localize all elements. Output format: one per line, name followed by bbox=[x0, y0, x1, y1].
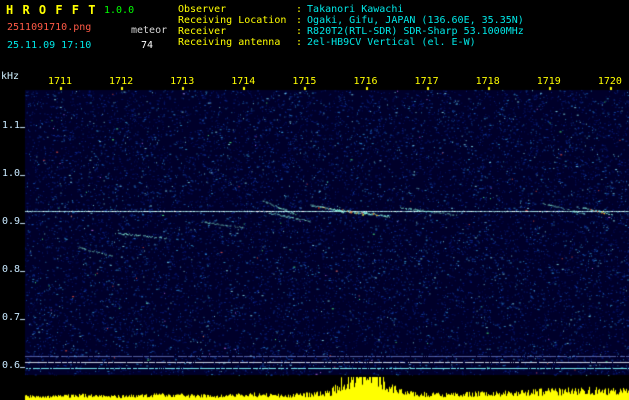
x-tick-label: 1718 bbox=[475, 76, 500, 87]
header: H R O F F T 1.0.0 2511091710.png meteor … bbox=[0, 0, 629, 400]
app-version: 1.0.0 bbox=[104, 5, 135, 16]
y-tick-label: 0.7 bbox=[2, 312, 21, 323]
y-tick-label: 0.6 bbox=[2, 360, 21, 371]
info-value: Takanori Kawachi bbox=[307, 4, 404, 15]
info-label: Receiver bbox=[178, 26, 227, 37]
y-tick-label: 1.0 bbox=[2, 168, 21, 179]
x-tick-label: 1714 bbox=[231, 76, 256, 87]
hrofft-output: H R O F F T 1.0.0 2511091710.png meteor … bbox=[0, 0, 629, 400]
y-tick-label: 1.1 bbox=[2, 120, 21, 131]
y-tick-label: 0.8 bbox=[2, 264, 21, 275]
info-separator: : bbox=[296, 15, 303, 26]
info-label: Observer bbox=[178, 4, 227, 15]
x-tick-label: 1720 bbox=[597, 76, 622, 87]
output-filename: 2511091710.png bbox=[7, 22, 92, 33]
info-separator: : bbox=[296, 4, 303, 15]
x-tick-label: 1719 bbox=[536, 76, 561, 87]
info-separator: : bbox=[296, 37, 303, 48]
info-label: Receiving antenna bbox=[178, 37, 281, 48]
app-title: H R O F F T bbox=[6, 3, 97, 17]
x-tick-label: 1712 bbox=[109, 76, 134, 87]
info-value: 2el-HB9CV Vertical (el. E-W) bbox=[307, 37, 476, 48]
x-tick-label: 1715 bbox=[292, 76, 317, 87]
x-tick-label: 1711 bbox=[47, 76, 73, 87]
y-axis-unit-label: kHz bbox=[1, 71, 20, 82]
info-label: Receiving Location bbox=[178, 15, 287, 26]
info-value: R820T2(RTL-SDR) SDR-Sharp 53.1000MHz bbox=[307, 26, 524, 37]
x-tick-label: 1713 bbox=[170, 76, 195, 87]
info-row-location: Receiving Location: Ogaki, Gifu, JAPAN (1… bbox=[178, 15, 524, 26]
y-tick-label: 0.9 bbox=[2, 216, 21, 227]
x-tick-label: 1716 bbox=[353, 76, 378, 87]
info-row-observer: Observer: Takanori Kawachi bbox=[178, 4, 524, 15]
echo-count: 74 bbox=[141, 40, 154, 51]
mode-label: meteor bbox=[131, 25, 168, 36]
observation-timestamp: 25.11.09 17:10 bbox=[7, 40, 92, 51]
x-tick-label: 1717 bbox=[414, 76, 439, 87]
info-row-antenna: Receiving antenna:2el-HB9CV Vertical (el… bbox=[178, 37, 524, 48]
info-row-receiver: Receiver: R820T2(RTL-SDR) SDR-Sharp 53.10… bbox=[178, 26, 524, 37]
observer-info-table: Observer: Takanori Kawachi Receiving Loca… bbox=[178, 4, 524, 48]
info-value: Ogaki, Gifu, JAPAN (136.60E, 35.35N) bbox=[307, 15, 524, 26]
info-separator: : bbox=[296, 26, 303, 37]
